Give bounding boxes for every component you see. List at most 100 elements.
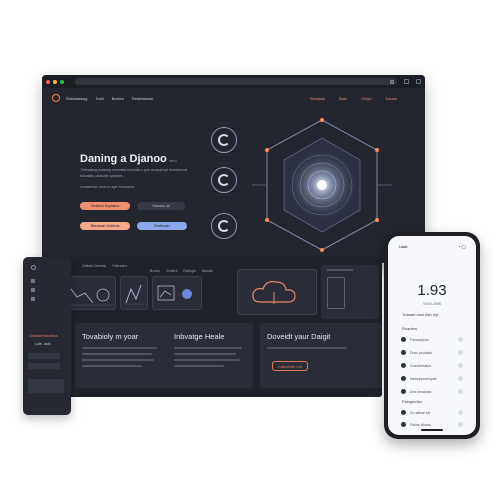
item-label: Dos hesdatas <box>410 389 432 394</box>
toggle-icon[interactable] <box>458 389 463 394</box>
nav-link[interactable]: Dause <box>385 96 397 101</box>
item-icon <box>401 376 406 381</box>
browser-chrome <box>42 75 425 88</box>
card-text-line <box>82 353 152 355</box>
tablet-menu-icon[interactable] <box>31 288 35 292</box>
stats-widget[interactable] <box>152 276 202 310</box>
dashboard-subtab[interactable]: Gotlent <box>166 269 177 273</box>
dashboard-panel: Gellots Tamedu Sdboiarrs Boutkr Gotlent … <box>42 257 382 397</box>
card-text-line <box>174 353 236 355</box>
hero-title: Daning a Djanoo nteo <box>80 153 177 165</box>
feature-circle-icon[interactable] <box>211 167 237 193</box>
maximize-dot-icon[interactable] <box>60 79 64 84</box>
close-dot-icon[interactable] <box>46 79 50 84</box>
dashboard-subtabs: Boutkr Gotlent Balfogis Banatd <box>150 269 213 273</box>
tablet-row[interactable] <box>28 353 60 359</box>
nav-link[interactable]: Ostyo <box>361 96 371 101</box>
phone-big-value: 1.93 <box>417 282 447 299</box>
card-text-line <box>82 347 157 349</box>
toggle-icon[interactable] <box>458 337 463 342</box>
tablet-subtitle: Lde, aob <box>35 341 51 346</box>
address-bar[interactable] <box>75 78 397 85</box>
dashboard-subtab[interactable]: Boutkr <box>150 269 160 273</box>
nav-link[interactable]: Rotobaskog <box>66 96 87 101</box>
search-icon <box>390 79 394 84</box>
phone-list-item[interactable]: Ibetsohpoeliopbe <box>401 375 463 382</box>
dashboard-subtab[interactable]: Balfogis <box>183 269 195 273</box>
phone-status-label: Uadt <box>399 244 408 249</box>
card-text-line <box>174 347 242 349</box>
item-icon <box>401 422 406 427</box>
tablet-row[interactable] <box>28 363 60 369</box>
card-text-line <box>174 365 224 367</box>
hero-title-text: Daning a Djanoo <box>80 153 167 165</box>
item-label: Pakse dlosas <box>410 422 431 427</box>
tablet-menu-icon[interactable] <box>31 279 35 283</box>
phone-sub-value: SSM-45f6 <box>423 301 441 306</box>
cloud-icon <box>252 281 296 304</box>
nav-link[interactable]: Retobakuse <box>132 96 153 101</box>
phone-list-item[interactable]: Pacaacjleas <box>401 336 463 343</box>
item-icon <box>401 389 406 394</box>
feature-circle-icon[interactable] <box>211 127 237 153</box>
card-action-button[interactable]: Galtuerbe ent <box>272 361 308 371</box>
phone-section-title: Rnaders <box>402 326 418 331</box>
item-label: Ibetsohpoeliopbe <box>410 376 437 381</box>
nav-link[interactable]: Rewjesk <box>310 96 325 101</box>
tablet-card[interactable] <box>28 379 64 393</box>
tablet-avatar-icon <box>31 265 36 270</box>
phone-list-item[interactable]: Dosc poutasls <box>401 349 463 356</box>
phone-link[interactable]: Tranael dosi dan mp <box>402 312 438 317</box>
secondary-cta-button[interactable]: Gisaaao ae <box>137 202 185 210</box>
info-card[interactable]: Tovabioly m yoar <box>75 323 170 388</box>
phone-preview-icon <box>327 277 345 309</box>
nav-link[interactable]: Bostes <box>112 96 124 101</box>
card-text-line <box>82 365 142 367</box>
phone-list-item[interactable]: Do sitbue elc <box>401 409 463 416</box>
dashboard-tab[interactable]: Sdboiarrs <box>112 264 127 268</box>
item-icon <box>401 410 406 415</box>
phone-list-item[interactable]: Dos hesdatas <box>401 388 463 395</box>
card-text-line <box>82 359 154 361</box>
dashboard-tabs: Gellots Tamedu Sdboiarrs <box>82 264 127 268</box>
item-label: Do sitbue elc <box>410 410 431 415</box>
secondary-cta-button-2[interactable]: Cisdboaer <box>137 222 187 230</box>
phone-list-item[interactable]: Cuscleeadlos <box>401 362 463 369</box>
primary-cta-button[interactable]: Gesttoni Esplaans <box>80 202 130 210</box>
dashboard-subtab[interactable]: Banatd <box>202 269 213 273</box>
tablet-menu-icon[interactable] <box>31 297 35 301</box>
mobile-phone: Uadt ◔ ◯ 1.93 SSM-45f6 Tranael dosi dan … <box>384 232 480 439</box>
menu-icon[interactable] <box>416 79 421 84</box>
site-nav: Rotobaskog Tosti Bostes Retobakuse Rewje… <box>42 88 425 108</box>
desktop-browser-window: Rotobaskog Tosti Bostes Retobakuse Rewje… <box>42 75 425 263</box>
nav-link[interactable]: Tosti <box>95 96 103 101</box>
analytics-icon <box>125 284 144 305</box>
info-card[interactable]: Inbvatge Heale <box>167 323 253 388</box>
nav-link[interactable]: Balo <box>339 96 347 101</box>
toggle-icon[interactable] <box>458 376 463 381</box>
toggle-icon[interactable] <box>458 422 463 427</box>
phone-screen: Uadt ◔ ◯ 1.93 SSM-45f6 Tranael dosi dan … <box>388 236 476 435</box>
extension-icon[interactable] <box>404 79 409 84</box>
widget-header-line <box>327 269 353 271</box>
cloud-widget[interactable] <box>237 269 317 315</box>
hero-title-suffix: nteo <box>168 158 177 163</box>
phone-status-bar: Uadt ◔ ◯ <box>399 244 466 249</box>
feature-circle-icon[interactable] <box>211 213 237 239</box>
primary-cta-button-2[interactable]: Bsbotnan Gottions <box>80 222 130 230</box>
minimize-dot-icon[interactable] <box>53 79 57 84</box>
dashboard-tab[interactable]: Gellots Tamedu <box>82 264 106 268</box>
toggle-icon[interactable] <box>458 350 463 355</box>
device-preview-widget[interactable] <box>321 265 379 319</box>
item-icon <box>401 337 406 342</box>
home-indicator[interactable] <box>421 429 443 431</box>
tablet-title: Usmaiendcotlas <box>29 333 58 338</box>
analytics-widget[interactable] <box>120 276 148 310</box>
info-card[interactable]: Doveidt yaur Daigit Galtuerbe ent <box>260 323 382 388</box>
toggle-icon[interactable] <box>458 363 463 368</box>
toggle-icon[interactable] <box>458 410 463 415</box>
brand-logo-icon[interactable] <box>52 94 60 102</box>
card-title: Inbvatge Heale <box>174 332 225 341</box>
phone-list-item[interactable]: Pakse dlosas <box>401 421 463 428</box>
hexagon-network-graphic <box>252 118 392 252</box>
